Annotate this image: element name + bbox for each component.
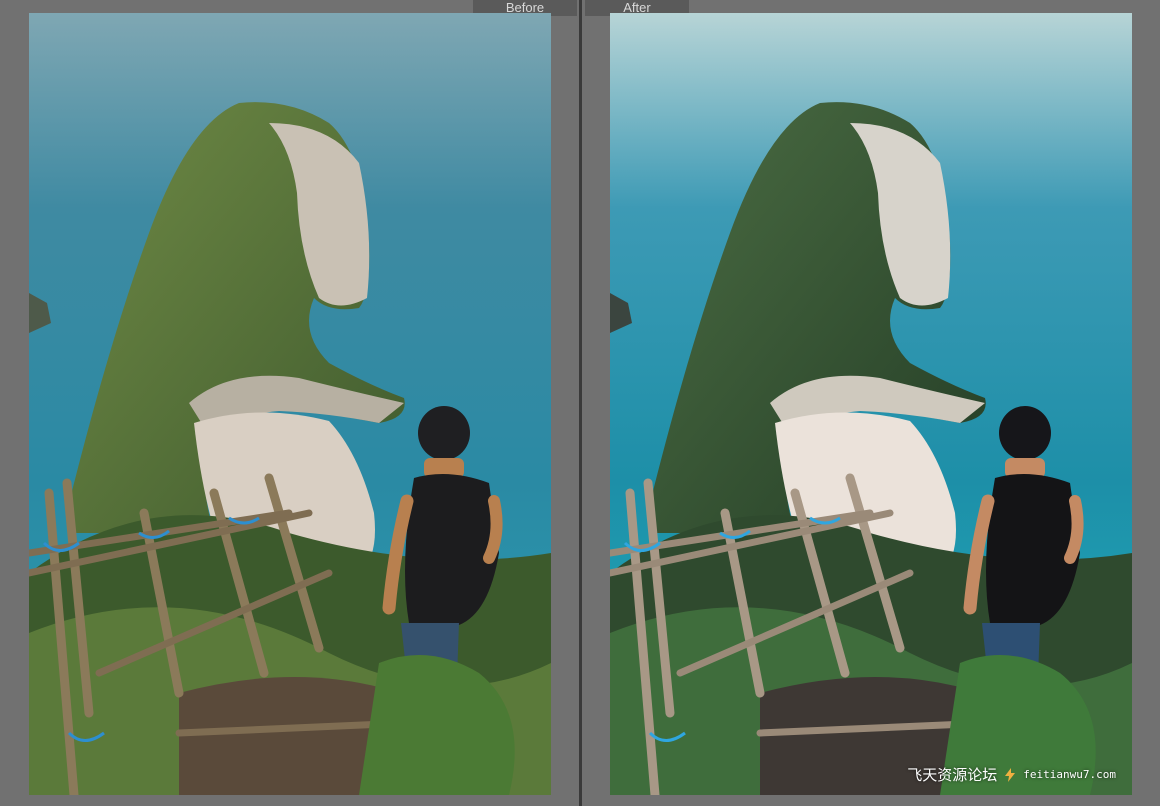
after-photo[interactable]: 飞天资源论坛 feitianwu7.com (610, 13, 1132, 795)
after-photo-image (610, 13, 1132, 795)
watermark-text: 飞天资源论坛 (907, 767, 998, 784)
before-photo[interactable] (29, 13, 551, 795)
lightning-logo-icon (1005, 767, 1016, 782)
watermark-url: feitianwu7.com (1023, 768, 1116, 781)
split-divider[interactable] (579, 0, 582, 806)
site-watermark: 飞天资源论坛 feitianwu7.com (907, 764, 1116, 785)
compare-workspace: Before After 飞天资源论坛 feitianwu7.com (0, 0, 1160, 806)
before-photo-image (29, 13, 551, 795)
